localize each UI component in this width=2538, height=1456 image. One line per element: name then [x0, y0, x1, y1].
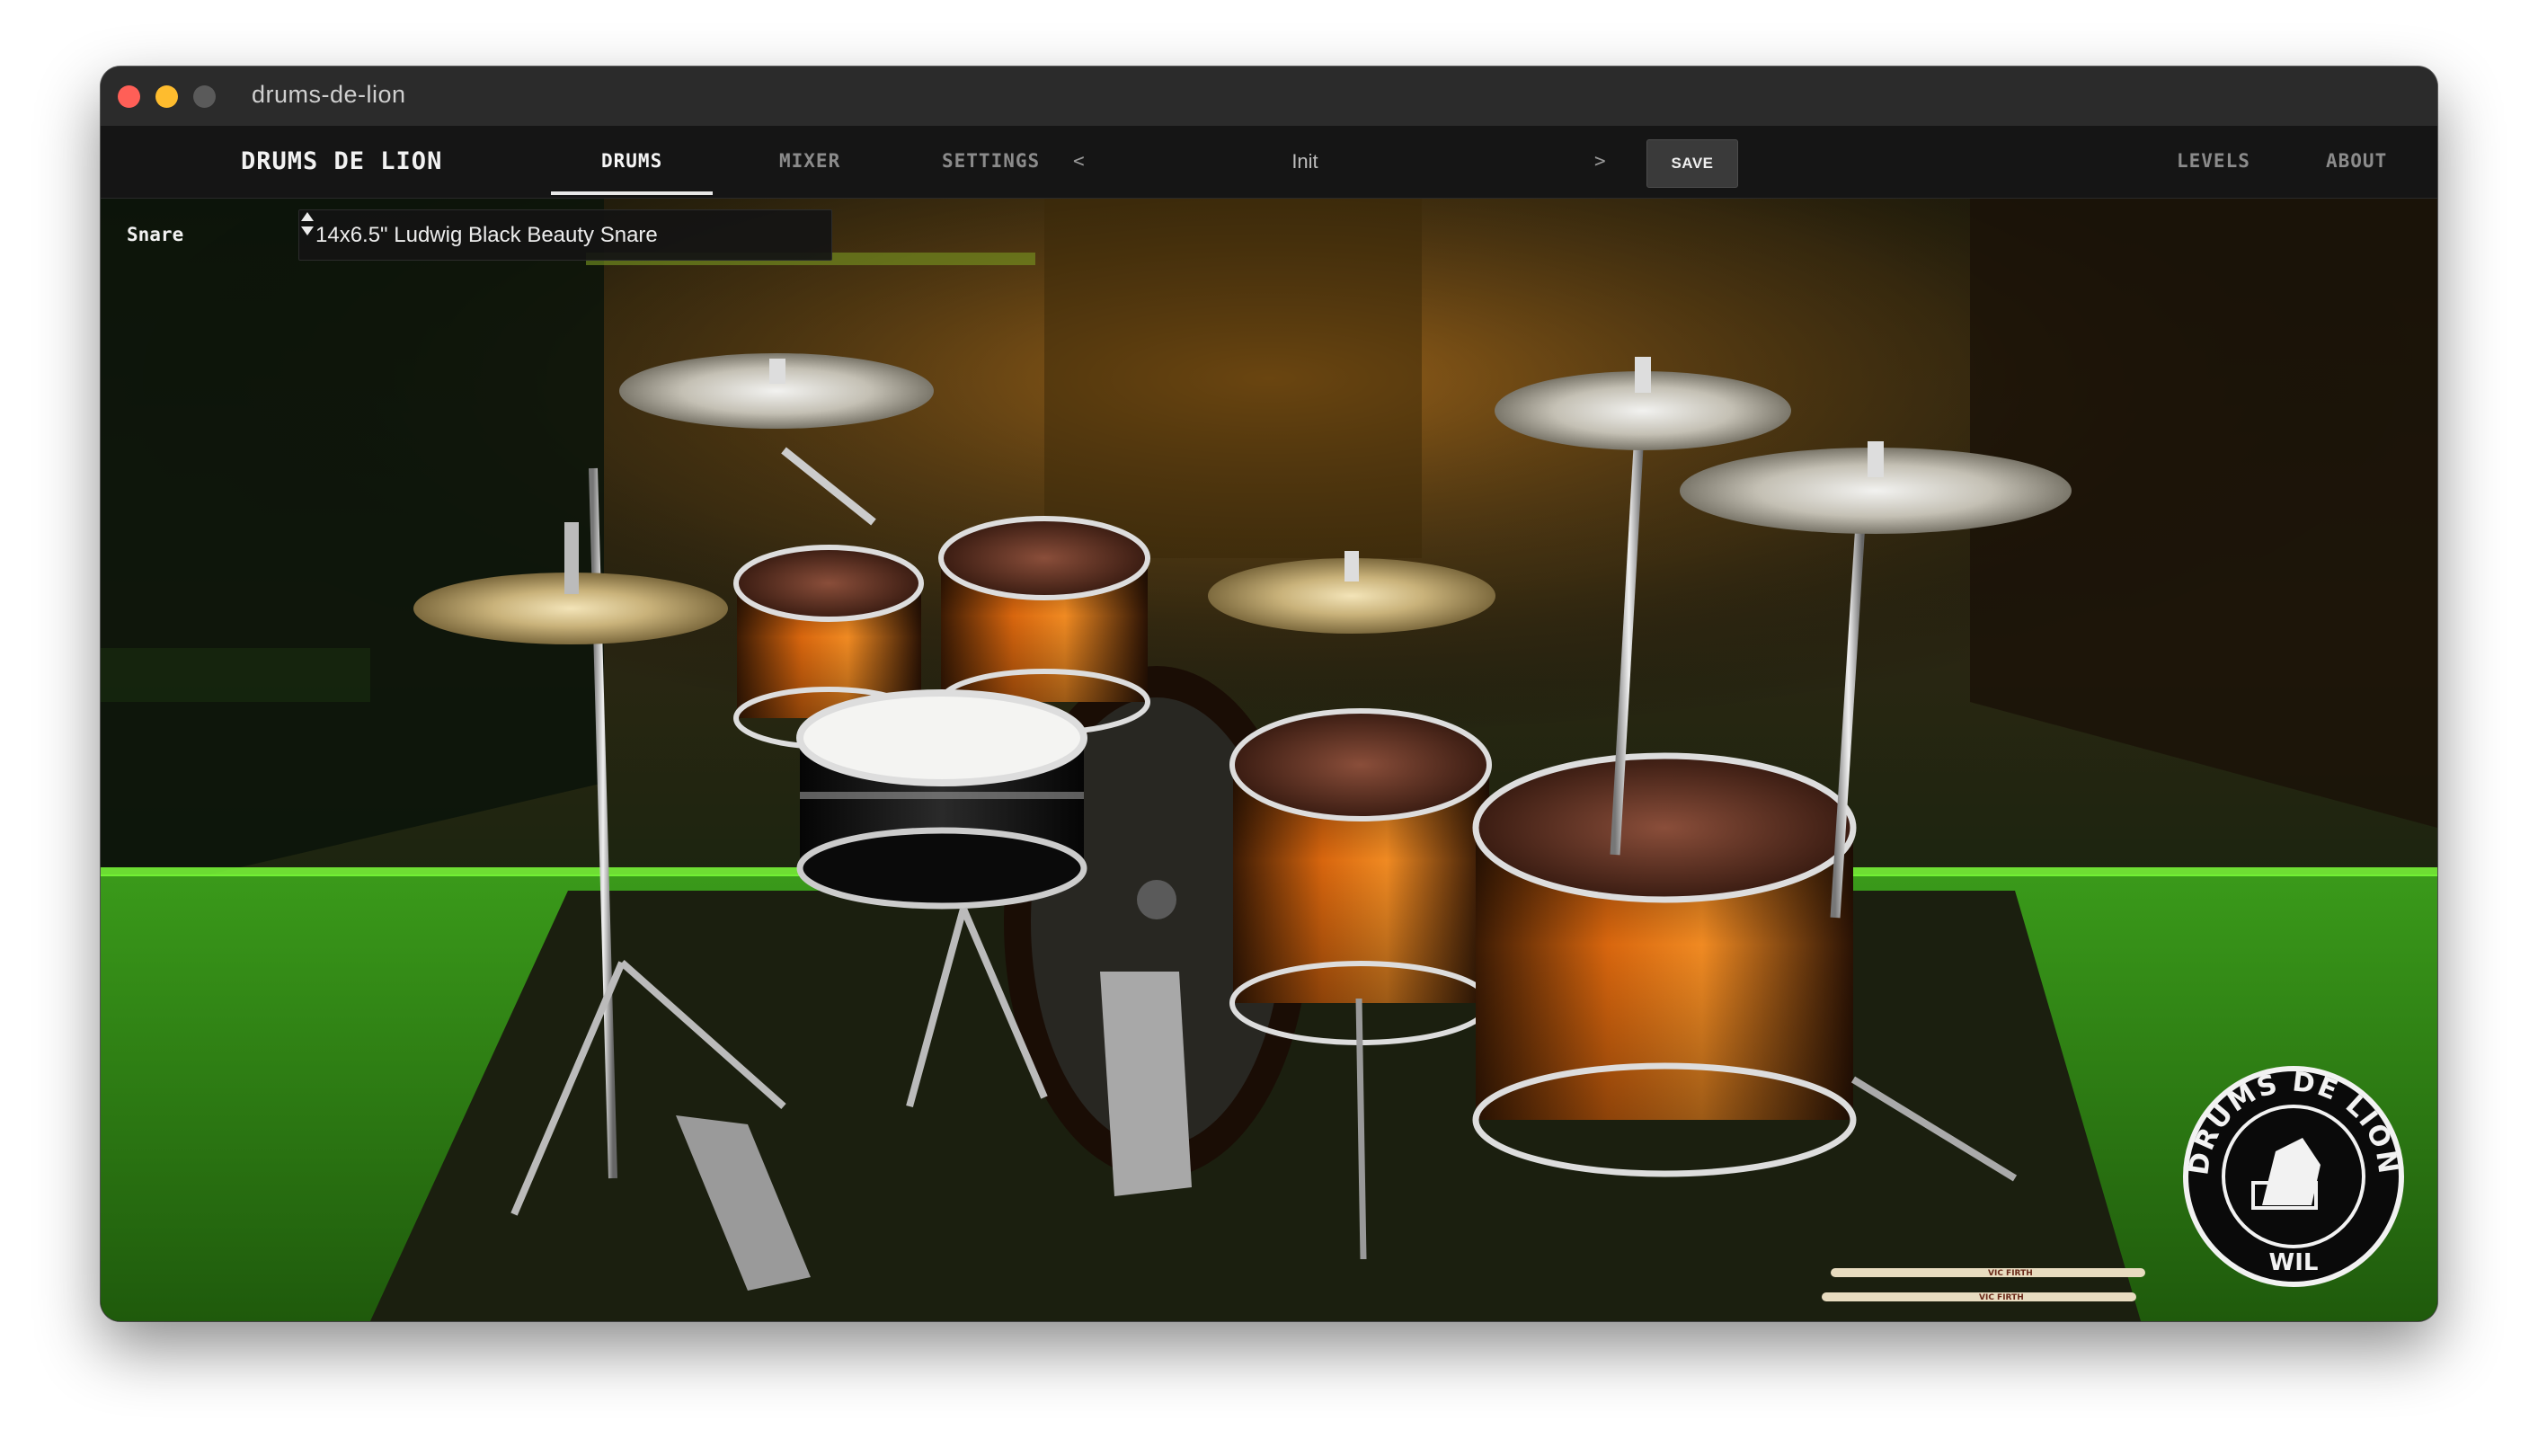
about-link[interactable]: ABOUT — [2326, 150, 2387, 172]
active-tab-indicator — [551, 191, 713, 195]
window-title: drums-de-lion — [252, 81, 406, 108]
tab-drums[interactable]: DRUMS — [601, 150, 662, 172]
snare-drum[interactable] — [796, 689, 1087, 910]
stick-brand-label: VIC FIRTH — [1988, 1269, 2033, 1278]
close-window-button[interactable] — [118, 85, 140, 108]
save-button[interactable]: SAVE — [1646, 139, 1738, 188]
floor-tom-2[interactable] — [1472, 752, 1857, 1177]
levels-link[interactable]: LEVELS — [2177, 150, 2250, 172]
tab-mixer[interactable]: MIXER — [779, 150, 840, 172]
select-arrows-icon — [301, 212, 314, 235]
app-window: drums-de-lion DRUMS DE LION DRUMS MIXER … — [101, 67, 2437, 1321]
kit-piece-select-value: 14x6.5" Ludwig Black Beauty Snare — [315, 223, 658, 247]
next-preset-button[interactable]: > — [1594, 150, 1606, 172]
tab-settings[interactable]: SETTINGS — [942, 150, 1040, 172]
kick-pedal — [1100, 972, 1192, 1196]
drum-kit-scene: DRUMS DE LION WIL VIC FIRTH VIC FIRTH — [101, 199, 2437, 1321]
drum-kit-stage: DRUMS DE LION WIL VIC FIRTH VIC FIRTH Sn… — [101, 199, 2437, 1321]
preset-name: Init — [1291, 150, 1318, 173]
floor-tom-1[interactable] — [1229, 708, 1492, 1045]
zoom-window-button[interactable] — [193, 85, 216, 108]
stick-brand-label: VIC FIRTH — [1979, 1293, 2024, 1302]
app-brand: DRUMS DE LION — [241, 147, 443, 175]
prev-preset-button[interactable]: < — [1073, 150, 1085, 172]
title-bar: drums-de-lion — [101, 67, 2437, 127]
logo-bottom-text: WIL — [2269, 1249, 2319, 1276]
top-nav: DRUMS DE LION DRUMS MIXER SETTINGS < Ini… — [101, 126, 2437, 199]
kit-piece-select[interactable]: 14x6.5" Ludwig Black Beauty Snare — [298, 209, 832, 261]
kit-piece-label: Snare — [127, 224, 184, 245]
minimize-window-button[interactable] — [155, 85, 178, 108]
